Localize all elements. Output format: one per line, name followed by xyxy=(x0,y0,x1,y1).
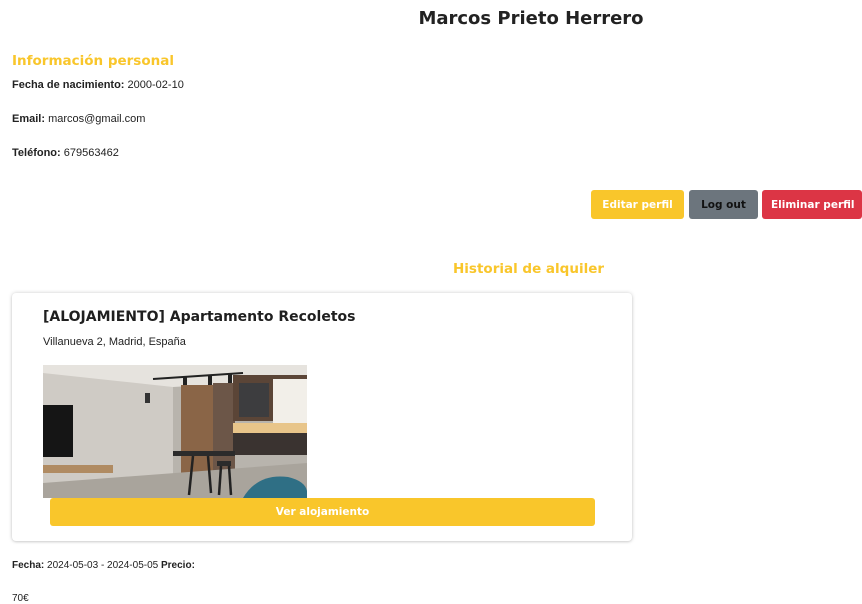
dob-label: Fecha de nacimiento: xyxy=(12,79,125,91)
delete-profile-button[interactable]: Eliminar perfil xyxy=(762,190,862,219)
phone-value: 679563462 xyxy=(63,147,119,159)
dob-value: 2000-02-10 xyxy=(127,79,184,91)
view-listing-button[interactable]: Ver alojamiento xyxy=(50,498,595,526)
listing-address: Villanueva 2, Madrid, España xyxy=(43,336,186,348)
rental-date-value: 2024-05-03 - 2024-05-05 xyxy=(47,560,159,571)
logout-button[interactable]: Log out xyxy=(689,190,758,219)
rental-price-label: Precio: xyxy=(161,560,195,571)
listing-photo xyxy=(43,365,307,498)
rental-history-heading: Historial de alquiler xyxy=(453,261,605,277)
listing-title: [ALOJAMIENTO] Apartamento Recoletos xyxy=(43,309,356,325)
rental-price-value: 70€ xyxy=(12,593,29,604)
profile-name: Marcos Prieto Herrero xyxy=(418,8,644,29)
email-value: marcos@gmail.com xyxy=(48,113,146,125)
dob-row: Fecha de nacimiento: 2000-02-10 xyxy=(12,79,184,91)
email-row: Email: marcos@gmail.com xyxy=(12,113,145,125)
rental-card: [ALOJAMIENTO] Apartamento Recoletos Vill… xyxy=(12,293,632,541)
personal-info-heading: Información personal xyxy=(12,53,174,69)
email-label: Email: xyxy=(12,113,46,125)
rental-date-row: Fecha: 2024-05-03 - 2024-05-05 Precio: xyxy=(12,560,195,571)
edit-profile-button[interactable]: Editar perfil xyxy=(591,190,684,219)
phone-row: Teléfono: 679563462 xyxy=(12,147,119,159)
phone-label: Teléfono: xyxy=(12,147,61,159)
rental-date-label: Fecha: xyxy=(12,560,45,571)
